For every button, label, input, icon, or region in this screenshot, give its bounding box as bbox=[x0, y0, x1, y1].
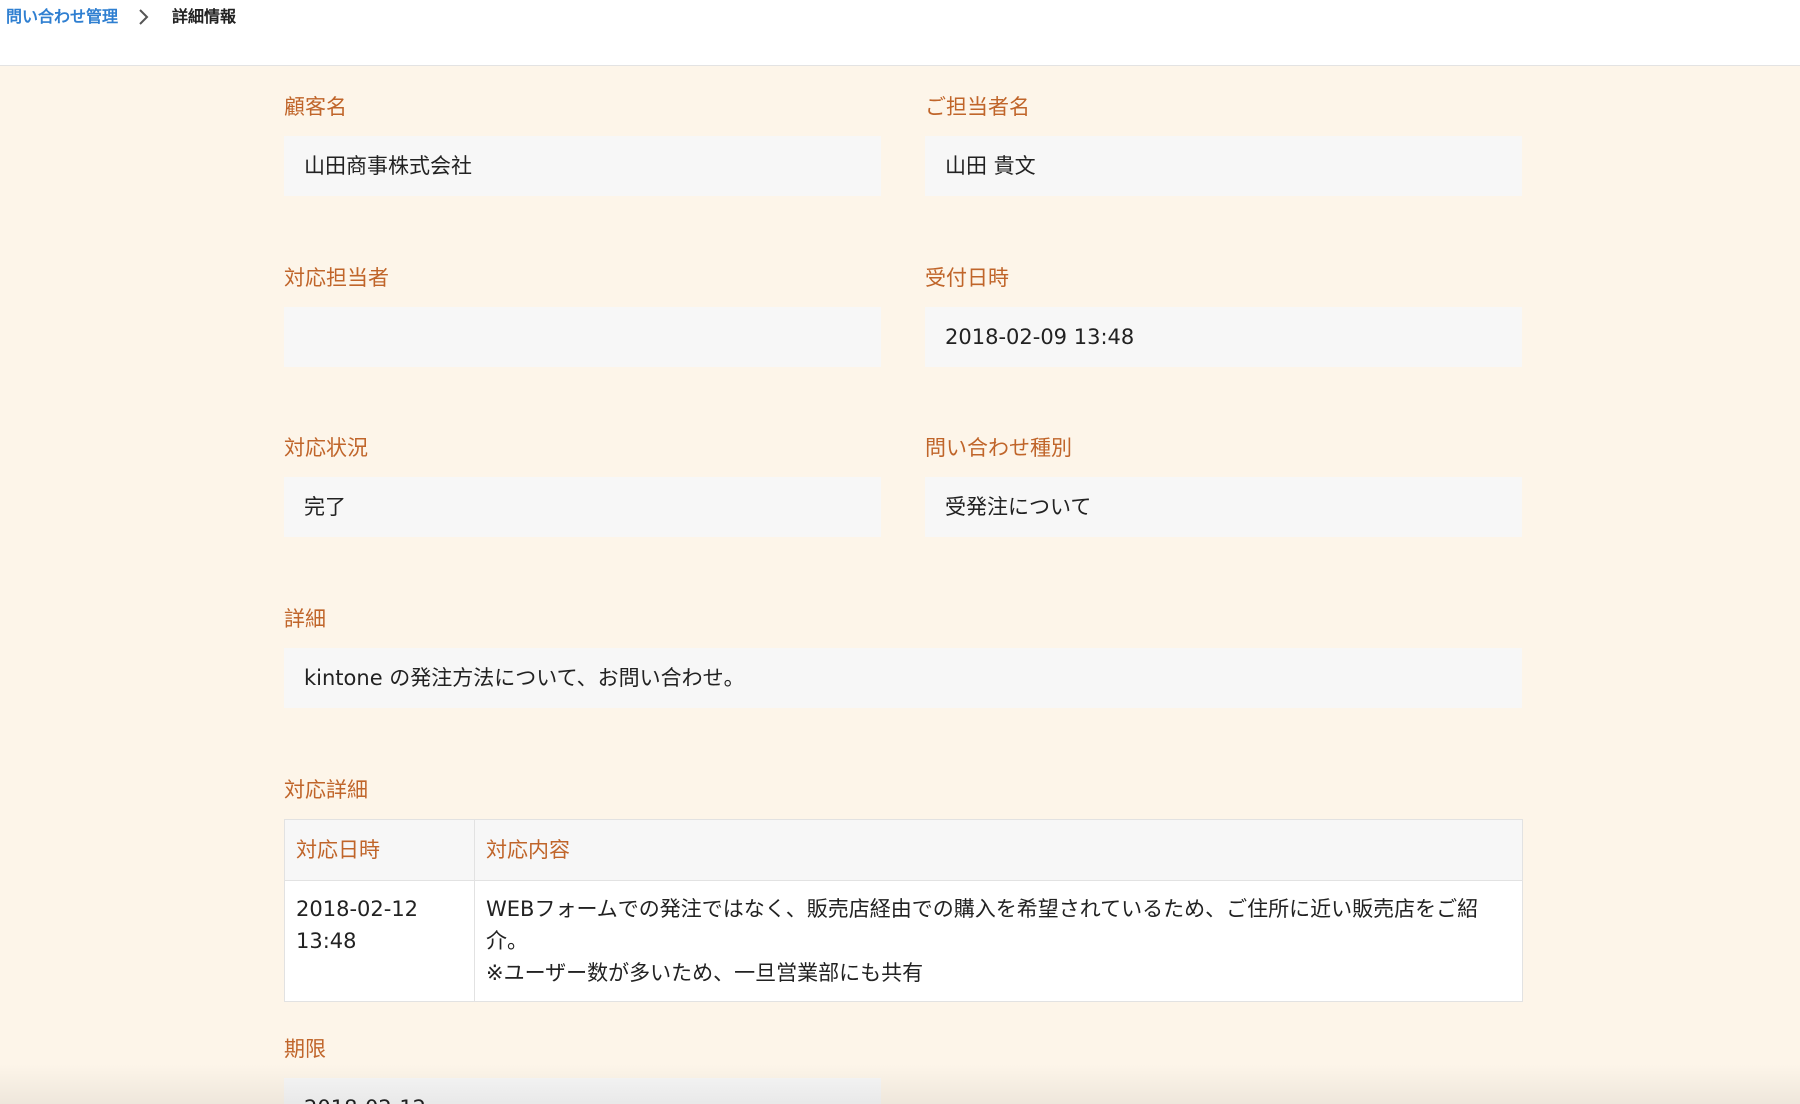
cell-datetime: 2018-02-12 13:48 bbox=[284, 880, 475, 1002]
breadcrumb: 問い合わせ管理 詳細情報 bbox=[6, 7, 236, 27]
top-header: 問い合わせ管理 詳細情報 bbox=[0, 0, 1800, 66]
field-label: 対応担当者 bbox=[284, 266, 389, 290]
field-value: 受発注について bbox=[925, 477, 1522, 537]
field-label: 期限 bbox=[284, 1037, 326, 1061]
scroll-shadow bbox=[0, 1064, 1800, 1104]
breadcrumb-link-inquiry-management[interactable]: 問い合わせ管理 bbox=[6, 7, 118, 27]
field-label: 対応状況 bbox=[284, 436, 368, 460]
column-header-content: 対応内容 bbox=[474, 819, 1523, 881]
field-label: 受付日時 bbox=[925, 266, 1009, 290]
field-value: 山田 貴文 bbox=[925, 136, 1522, 196]
record-detail-panel: 顧客名 山田商事株式会社 ご担当者名 山田 貴文 対応担当者 受付日時 2018… bbox=[0, 66, 1800, 1104]
field-value: 山田商事株式会社 bbox=[284, 136, 881, 196]
field-label: 問い合わせ種別 bbox=[925, 436, 1072, 460]
column-header-datetime: 対応日時 bbox=[284, 819, 475, 881]
field-label: 詳細 bbox=[284, 607, 326, 631]
chevron-right-icon bbox=[138, 7, 150, 27]
field-value: 完了 bbox=[284, 477, 881, 537]
field-value bbox=[284, 307, 881, 367]
cell-content: WEBフォームでの発注ではなく、販売店経由での購入を希望されているため、ご住所に… bbox=[474, 880, 1523, 1002]
field-label: 対応詳細 bbox=[284, 778, 368, 802]
field-value: 2018-02-12 bbox=[284, 1078, 881, 1104]
table-header-row: 対応日時 対応内容 bbox=[284, 819, 1523, 881]
field-value: kintone の発注方法について、お問い合わせ。 bbox=[284, 648, 1522, 708]
breadcrumb-current: 詳細情報 bbox=[172, 7, 237, 26]
field-label: ご担当者名 bbox=[925, 95, 1030, 119]
field-value: 2018-02-09 13:48 bbox=[925, 307, 1522, 367]
table-row: 2018-02-12 13:48 WEBフォームでの発注ではなく、販売店経由での… bbox=[284, 880, 1523, 1002]
response-details-table: 対応日時 対応内容 2018-02-12 13:48 WEBフォームでの発注では… bbox=[284, 819, 1523, 1002]
field-label: 顧客名 bbox=[284, 95, 347, 119]
